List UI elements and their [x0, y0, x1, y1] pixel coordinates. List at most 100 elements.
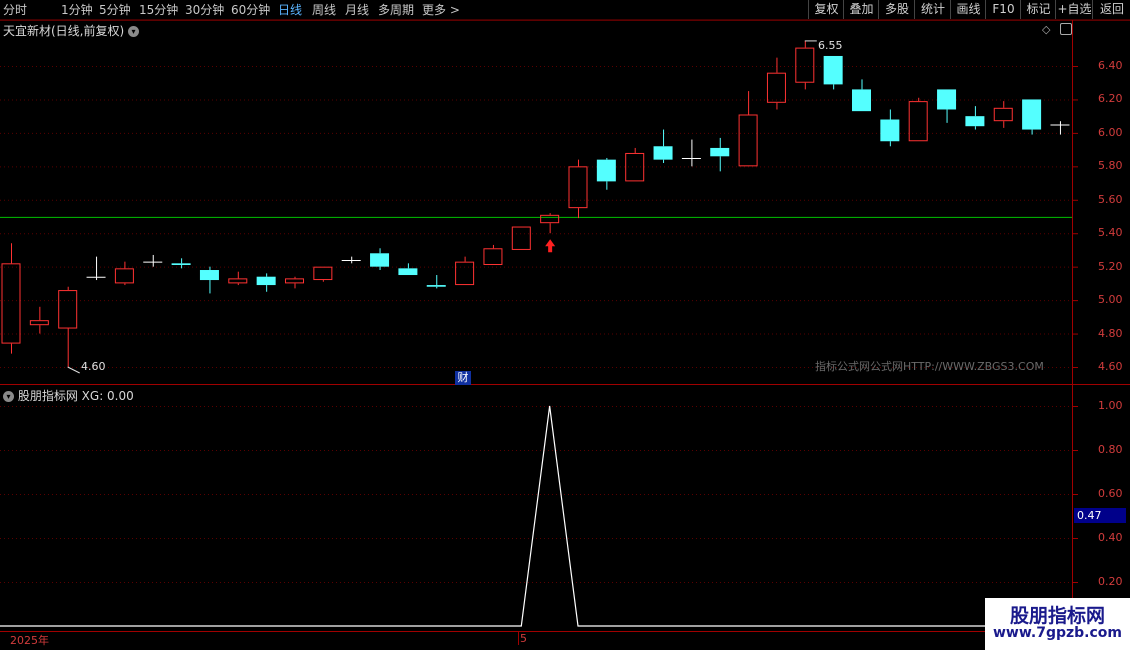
- candle[interactable]: [199, 266, 219, 294]
- candle-body: [795, 47, 815, 83]
- candle-body: [852, 89, 871, 112]
- price-axis-label: 4.60: [1098, 360, 1123, 373]
- candle-body: [596, 159, 616, 182]
- candle[interactable]: [426, 275, 446, 289]
- price-axis-label: 6.40: [1098, 59, 1123, 72]
- candle-body: [540, 214, 560, 224]
- candle[interactable]: [483, 244, 503, 265]
- candle-body: [908, 101, 928, 142]
- candle-body: [256, 276, 276, 286]
- candle-body: [199, 270, 219, 281]
- candle-body: [511, 226, 531, 250]
- month-label: 5: [520, 632, 527, 645]
- candle[interactable]: [143, 254, 163, 267]
- candle-body: [653, 146, 673, 160]
- indicator-axis-label: 0.80: [1098, 443, 1123, 456]
- candle-body: [398, 268, 418, 276]
- price-axis-label: 6.00: [1098, 125, 1123, 139]
- candle-body: [880, 119, 900, 142]
- price-axis-label: 5.40: [1098, 226, 1123, 240]
- candle[interactable]: [625, 147, 645, 182]
- candle[interactable]: [228, 271, 248, 286]
- candle-body: [370, 253, 390, 267]
- candle-body: [29, 320, 49, 326]
- candle[interactable]: [1, 243, 21, 354]
- indicator-title-bar: ▾ 股朋指标网 XG: 0.00: [3, 387, 134, 404]
- candle[interactable]: [313, 266, 333, 282]
- candle-body: [823, 55, 843, 85]
- candle[interactable]: [171, 258, 191, 269]
- candle[interactable]: [738, 91, 758, 167]
- chevron-down-icon[interactable]: ▾: [3, 391, 14, 402]
- year-label: 2025年: [10, 634, 49, 647]
- signal-arrow-icon: [545, 239, 556, 253]
- candle[interactable]: [1050, 121, 1070, 135]
- candle[interactable]: [86, 256, 106, 281]
- indicator-axis-label: 1.00: [1098, 399, 1123, 412]
- candle[interactable]: [455, 256, 475, 286]
- candle[interactable]: [29, 306, 49, 334]
- low-price-label: 4.60: [81, 360, 106, 373]
- candle-body: [171, 263, 191, 265]
- candle[interactable]: [710, 137, 730, 172]
- candle[interactable]: [596, 157, 616, 190]
- candle-body: [568, 166, 588, 209]
- candle-body: [426, 285, 446, 287]
- candle[interactable]: [653, 129, 673, 163]
- candle[interactable]: [937, 89, 957, 123]
- indicator-series-label: XG: 0.00: [81, 389, 134, 403]
- candle[interactable]: [58, 286, 78, 367]
- candle-body: [285, 278, 304, 284]
- indicator-axis-label: 0.20: [1098, 575, 1123, 588]
- candle-body: [937, 89, 957, 110]
- candle[interactable]: [398, 263, 418, 276]
- candle[interactable]: [511, 226, 531, 250]
- finance-marker[interactable]: 财: [455, 371, 471, 385]
- price-axis-label: 5.80: [1098, 159, 1123, 173]
- candle[interactable]: [256, 273, 276, 292]
- price-axis-label: 5.60: [1098, 192, 1123, 206]
- candle[interactable]: [681, 139, 701, 167]
- candle-body: [965, 116, 985, 127]
- candle-body: [710, 147, 730, 157]
- candle[interactable]: [766, 57, 786, 110]
- candle-body: [483, 248, 503, 265]
- price-axis-label: 5.20: [1098, 259, 1123, 273]
- candle-body: [455, 261, 475, 286]
- candle[interactable]: [114, 261, 134, 286]
- candle[interactable]: [285, 276, 304, 289]
- low-pointer: [67, 366, 80, 374]
- candle[interactable]: [341, 256, 361, 264]
- candle[interactable]: [965, 106, 985, 130]
- price-axis-label: 4.80: [1098, 326, 1123, 340]
- candle-body: [1022, 99, 1042, 130]
- candle-body: [766, 72, 786, 103]
- candlestick-chart[interactable]: [0, 0, 1130, 650]
- candle-body: [313, 266, 333, 281]
- candle-body: [114, 268, 134, 284]
- high-price-label: 6.55: [818, 39, 843, 52]
- candle-body: [738, 114, 758, 167]
- xg-indicator-line: [0, 405, 1060, 627]
- candle[interactable]: [908, 97, 928, 142]
- indicator-current-value: 0.47: [1074, 508, 1126, 523]
- indicator-name: 股朋指标网: [17, 389, 78, 403]
- candle[interactable]: [568, 159, 588, 219]
- price-axis-label: 6.20: [1098, 92, 1123, 106]
- candle-body: [58, 290, 78, 329]
- indicator-axis-label: 0.60: [1098, 487, 1123, 500]
- candle[interactable]: [795, 40, 815, 90]
- logo-url: www.7gpzb.com: [992, 625, 1122, 641]
- candle-body: [1, 263, 21, 344]
- candle[interactable]: [852, 79, 871, 112]
- price-axis-label: 5.00: [1098, 293, 1123, 307]
- candle[interactable]: [1022, 99, 1042, 135]
- candle[interactable]: [823, 55, 843, 90]
- candle[interactable]: [880, 109, 900, 147]
- logo-name: 股朋指标网: [1009, 605, 1105, 627]
- candle[interactable]: [993, 101, 1013, 128]
- watermark-text: 指标公式网公式网HTTP://WWW.ZBGS3.COM: [815, 360, 1044, 373]
- candle-body: [993, 107, 1013, 122]
- indicator-axis-label: 0.40: [1098, 531, 1123, 544]
- candle[interactable]: [540, 213, 560, 234]
